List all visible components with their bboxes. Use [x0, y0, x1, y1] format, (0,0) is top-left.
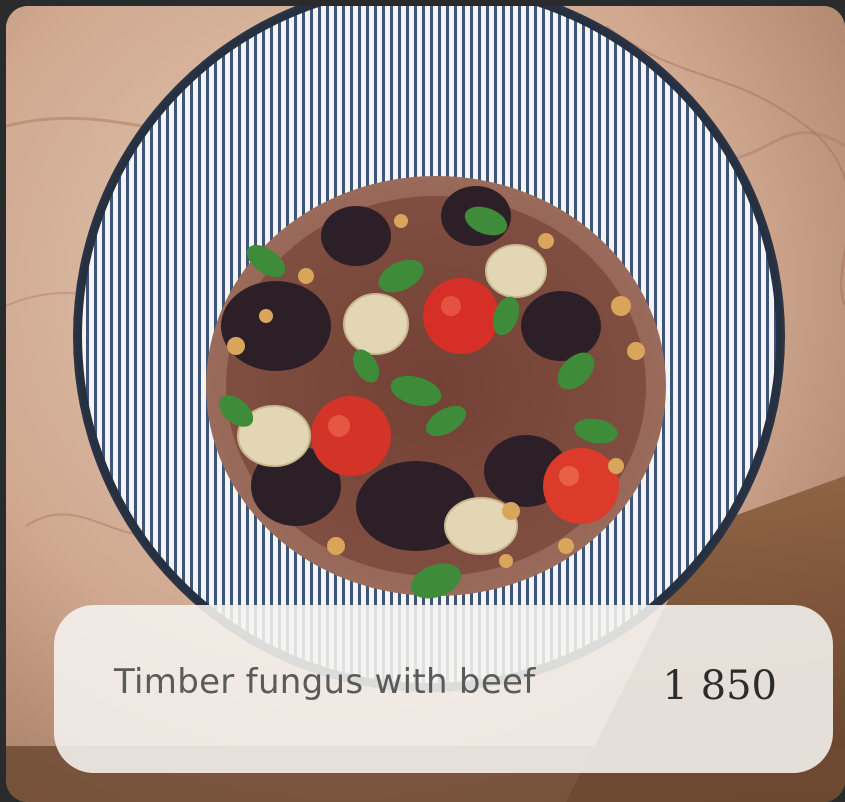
dish-name: Timber fungus with beef — [114, 662, 536, 702]
dish-price: 1 850 — [662, 663, 777, 709]
caption-panel: Timber fungus with beef 1 850 — [54, 605, 833, 773]
menu-item-card[interactable]: Timber fungus with beef 1 850 — [6, 6, 845, 802]
